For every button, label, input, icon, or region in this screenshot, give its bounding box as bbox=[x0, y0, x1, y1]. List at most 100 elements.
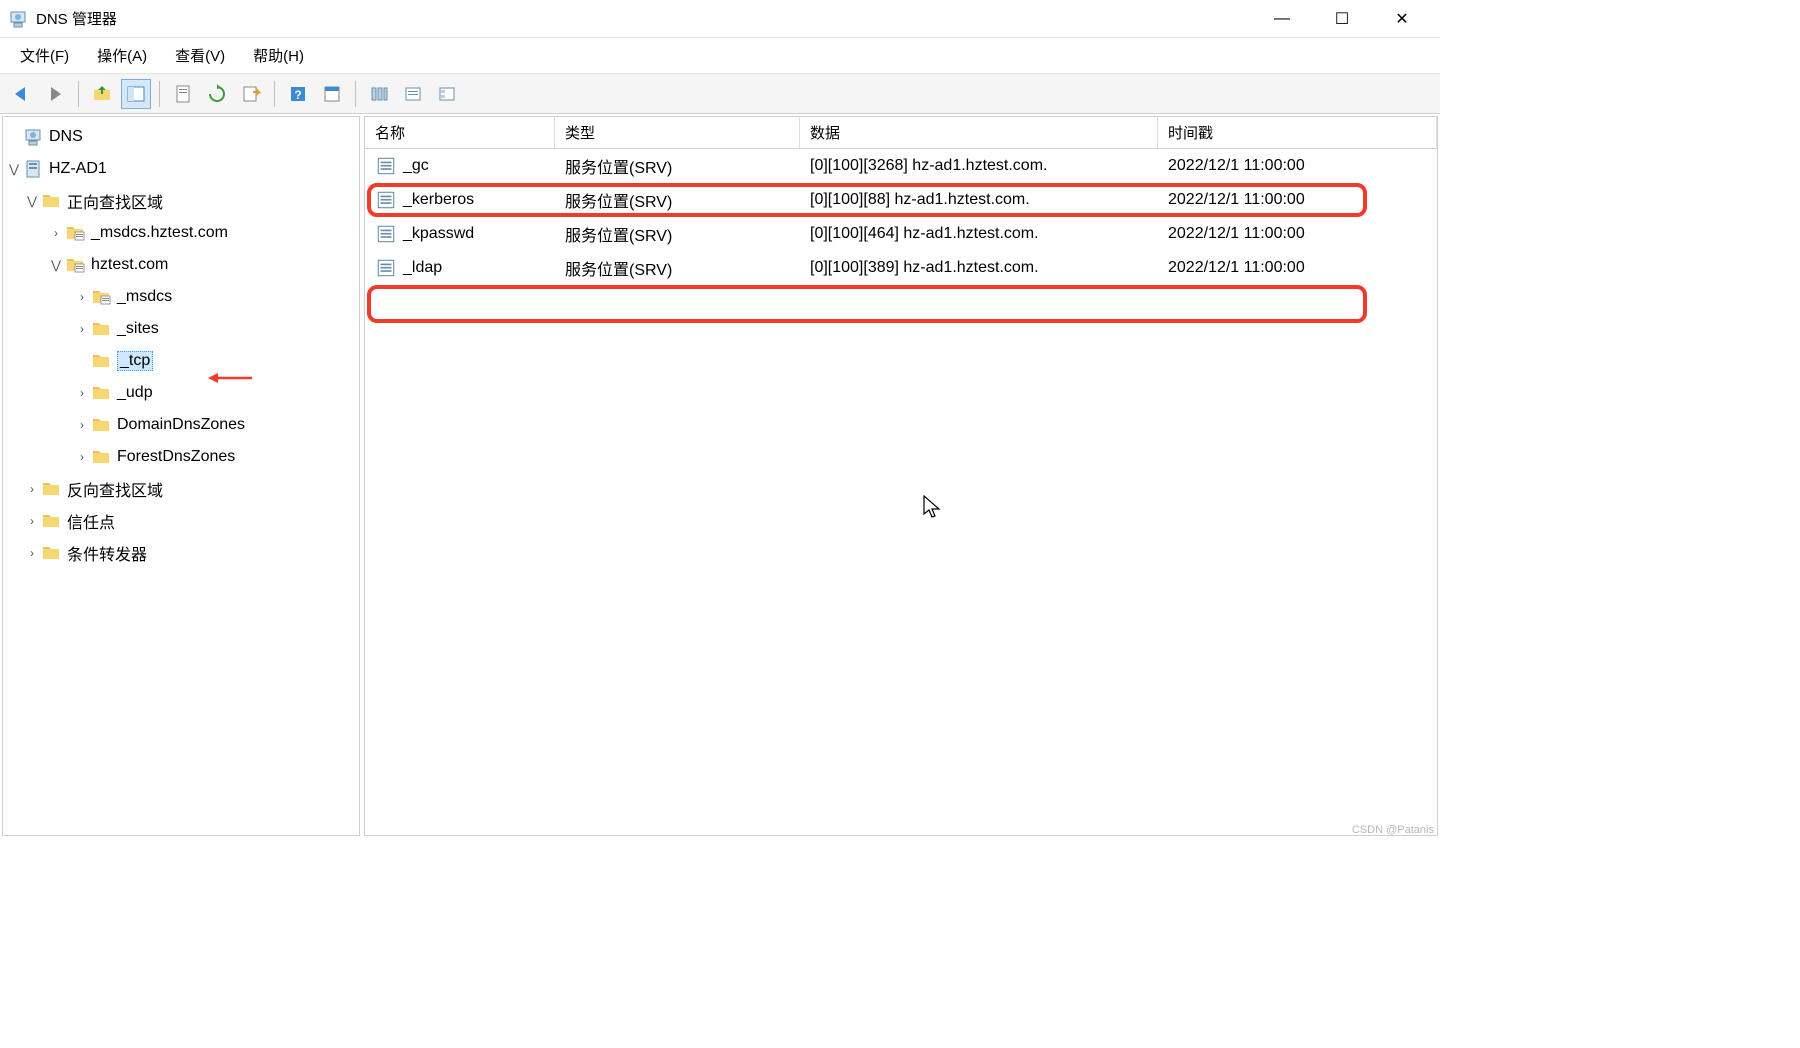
record-row[interactable]: _kerberos 服务位置(SRV) [0][100][88] hz-ad1.… bbox=[365, 183, 1437, 217]
tree-forward-zones[interactable]: ⋁ 正向查找区域 bbox=[3, 185, 359, 217]
dns-icon bbox=[23, 127, 43, 147]
export-button[interactable] bbox=[236, 79, 266, 109]
cursor-icon bbox=[923, 495, 943, 521]
list-view-button[interactable] bbox=[398, 79, 428, 109]
toolbar bbox=[0, 74, 1440, 114]
twisty-collapsed-icon[interactable]: › bbox=[23, 514, 41, 528]
watermark: CSDN @Patanis bbox=[1352, 824, 1434, 836]
tree-label: hztest.com bbox=[91, 256, 168, 274]
back-icon bbox=[11, 84, 31, 104]
twisty-expanded-icon[interactable]: ⋁ bbox=[47, 258, 65, 272]
folder-icon bbox=[91, 351, 111, 371]
tree-reverse-zones[interactable]: › 反向查找区域 bbox=[3, 473, 359, 505]
record-name: _kpasswd bbox=[403, 225, 474, 243]
panel-icon bbox=[126, 84, 146, 104]
show-tree-button[interactable] bbox=[121, 79, 151, 109]
record-type: 服务位置(SRV) bbox=[565, 154, 672, 178]
menu-bar: 文件(F) 操作(A) 查看(V) 帮助(H) bbox=[0, 38, 1440, 74]
up-button[interactable] bbox=[87, 79, 117, 109]
column-name[interactable]: 名称 bbox=[365, 117, 555, 148]
tree-label: _tcp bbox=[117, 351, 153, 371]
record-row[interactable]: _kpasswd 服务位置(SRV) [0][100][464] hz-ad1.… bbox=[365, 217, 1437, 251]
list-icon bbox=[403, 84, 423, 104]
tree-zone-msdcs[interactable]: › _msdcs.hztest.com bbox=[3, 217, 359, 249]
tree-sub-tcp[interactable]: _tcp bbox=[3, 345, 359, 377]
window-controls: — ☐ ✕ bbox=[1252, 0, 1432, 38]
record-data: [0][100][464] hz-ad1.hztest.com. bbox=[810, 225, 1039, 243]
tree-sub-forestdnszones[interactable]: › ForestDnsZones bbox=[3, 441, 359, 473]
record-row[interactable]: _ldap 服务位置(SRV) [0][100][389] hz-ad1.hzt… bbox=[365, 251, 1437, 285]
folder-icon bbox=[41, 511, 61, 531]
tree-sub-domaindnszones[interactable]: › DomainDnsZones bbox=[3, 409, 359, 441]
tree-label: _msdcs bbox=[117, 288, 172, 306]
twisty-expanded-icon[interactable]: ⋁ bbox=[23, 194, 41, 208]
tree-label: DomainDnsZones bbox=[117, 416, 245, 434]
refresh-button[interactable] bbox=[202, 79, 232, 109]
folder-icon bbox=[91, 319, 111, 339]
record-data: [0][100][3268] hz-ad1.hztest.com. bbox=[810, 157, 1047, 175]
forward-icon bbox=[45, 84, 65, 104]
column-timestamp[interactable]: 时间戳 bbox=[1158, 117, 1437, 148]
detail-icon bbox=[437, 84, 457, 104]
twisty-collapsed-icon[interactable]: › bbox=[47, 226, 65, 240]
tree-root-dns[interactable]: DNS bbox=[3, 121, 359, 153]
twisty-collapsed-icon[interactable]: › bbox=[73, 386, 91, 400]
toolbar-separator bbox=[78, 81, 79, 107]
folder-icon bbox=[91, 447, 111, 467]
list-rows: _gc 服务位置(SRV) [0][100][3268] hz-ad1.hzte… bbox=[365, 149, 1437, 285]
tree-conditional-forwarders[interactable]: › 条件转发器 bbox=[3, 537, 359, 569]
record-timestamp: 2022/12/1 11:00:00 bbox=[1168, 225, 1305, 243]
tree-trust-points[interactable]: › 信任点 bbox=[3, 505, 359, 537]
close-button[interactable]: ✕ bbox=[1372, 0, 1432, 38]
record-row[interactable]: _gc 服务位置(SRV) [0][100][3268] hz-ad1.hzte… bbox=[365, 149, 1437, 183]
menu-view[interactable]: 查看(V) bbox=[161, 39, 239, 72]
minimize-button[interactable]: — bbox=[1252, 0, 1312, 38]
twisty-collapsed-icon[interactable]: › bbox=[23, 546, 41, 560]
forward-button[interactable] bbox=[40, 79, 70, 109]
detail-view-button[interactable] bbox=[432, 79, 462, 109]
menu-file[interactable]: 文件(F) bbox=[6, 39, 83, 72]
export-icon bbox=[241, 84, 261, 104]
tree-zone-hztest[interactable]: ⋁ hztest.com bbox=[3, 249, 359, 281]
properties-icon bbox=[322, 84, 342, 104]
record-icon bbox=[375, 155, 397, 177]
menu-action[interactable]: 操作(A) bbox=[83, 39, 161, 72]
columns-button[interactable] bbox=[364, 79, 394, 109]
twisty-collapsed-icon[interactable]: › bbox=[73, 322, 91, 336]
record-name: _ldap bbox=[403, 259, 442, 277]
maximize-button[interactable]: ☐ bbox=[1312, 0, 1372, 38]
twisty-collapsed-icon[interactable]: › bbox=[73, 290, 91, 304]
new-window-button[interactable] bbox=[168, 79, 198, 109]
tree-label: 反向查找区域 bbox=[67, 477, 163, 501]
zone-icon bbox=[65, 255, 85, 275]
twisty-collapsed-icon[interactable]: › bbox=[73, 418, 91, 432]
twisty-collapsed-icon[interactable]: › bbox=[73, 450, 91, 464]
tree-label: DNS bbox=[49, 128, 83, 146]
menu-help[interactable]: 帮助(H) bbox=[239, 39, 318, 72]
tree-sub-sites[interactable]: › _sites bbox=[3, 313, 359, 345]
refresh-icon bbox=[207, 84, 227, 104]
tree-label: HZ-AD1 bbox=[49, 160, 107, 178]
back-button[interactable] bbox=[6, 79, 36, 109]
toolbar-separator bbox=[355, 81, 356, 107]
twisty-collapsed-icon[interactable]: › bbox=[23, 482, 41, 496]
tree-server[interactable]: ⋁ HZ-AD1 bbox=[3, 153, 359, 185]
column-data[interactable]: 数据 bbox=[800, 117, 1158, 148]
properties-button[interactable] bbox=[317, 79, 347, 109]
annotation-highlight bbox=[367, 285, 1367, 323]
folder-icon bbox=[41, 543, 61, 563]
record-name: _kerberos bbox=[403, 191, 474, 209]
help-button[interactable] bbox=[283, 79, 313, 109]
tree-sub-msdcs[interactable]: › _msdcs bbox=[3, 281, 359, 313]
document-icon bbox=[173, 84, 193, 104]
help-icon bbox=[288, 84, 308, 104]
column-type[interactable]: 类型 bbox=[555, 117, 800, 148]
record-icon bbox=[375, 223, 397, 245]
record-name: _gc bbox=[403, 157, 429, 175]
tree-sub-udp[interactable]: › _udp bbox=[3, 377, 359, 409]
tree-label: 条件转发器 bbox=[67, 541, 147, 565]
tree: DNS ⋁ HZ-AD1 ⋁ 正向查找区域 › _msdcs.hztest.co… bbox=[3, 117, 359, 573]
main-area: DNS ⋁ HZ-AD1 ⋁ 正向查找区域 › _msdcs.hztest.co… bbox=[0, 114, 1440, 838]
tree-pane[interactable]: DNS ⋁ HZ-AD1 ⋁ 正向查找区域 › _msdcs.hztest.co… bbox=[2, 116, 360, 836]
twisty-expanded-icon[interactable]: ⋁ bbox=[5, 162, 23, 176]
